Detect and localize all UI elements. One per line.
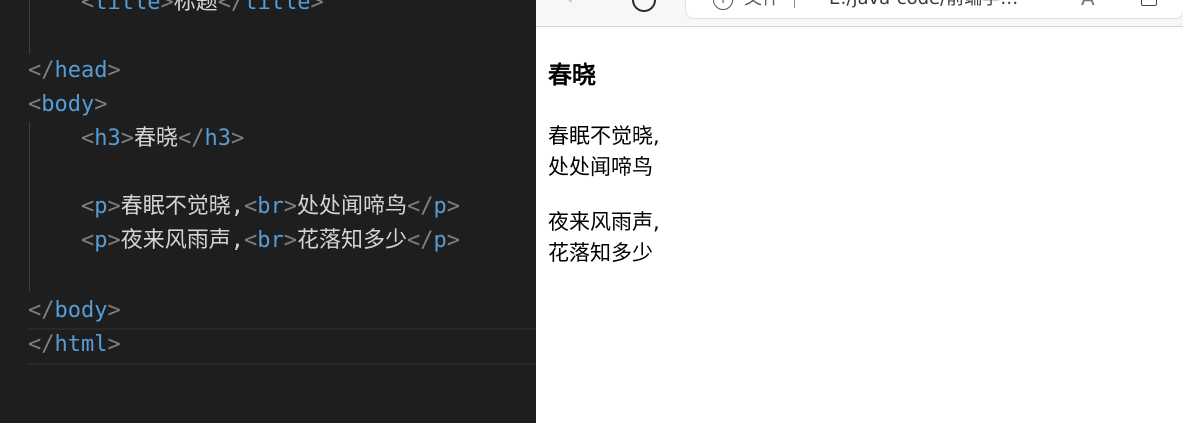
address-separator <box>794 0 795 8</box>
browser-toolbar: ← i 文件 E:/java-code/前端学习/... A <box>536 0 1183 27</box>
code-line-head-close[interactable]: </head> <box>28 54 121 88</box>
code-line-html-close[interactable]: </html> <box>28 328 121 362</box>
paragraph-2: 夜来风雨声, 花落知多少 <box>548 207 660 269</box>
code-line-h3[interactable]: <h3>春晓</h3> <box>28 122 244 156</box>
refresh-icon[interactable] <box>632 0 656 12</box>
screen: <title>标题</title> </head> <body> <h3>春晓<… <box>0 0 1183 423</box>
paragraph-1: 春眠不觉晓, 处处闻啼鸟 <box>548 121 660 183</box>
address-bar[interactable]: i 文件 E:/java-code/前端学习/... A <box>686 0 1183 18</box>
code-line-body-open[interactable]: <body> <box>28 88 107 122</box>
code-line-p2[interactable]: <p>夜来风雨声,<br>花落知多少</p> <box>28 224 460 258</box>
paragraph-1-line-1: 春眠不觉晓, <box>548 124 660 148</box>
page-heading: 春晓 <box>548 61 596 89</box>
paragraph-2-line-1: 夜来风雨声, <box>548 210 660 234</box>
paragraph-2-line-2: 花落知多少 <box>548 241 653 265</box>
code-line-title[interactable]: <title>标题</title> <box>28 0 324 20</box>
add-favorites-icon[interactable] <box>1141 0 1157 6</box>
code-line-p1[interactable]: <p>春眠不觉晓,<br>处处闻啼鸟</p> <box>28 190 460 224</box>
file-protocol-label: 文件 <box>744 0 780 12</box>
info-icon[interactable]: i <box>713 0 733 10</box>
code-line-body-close[interactable]: </body> <box>28 294 121 328</box>
paragraph-1-line-2: 处处闻啼鸟 <box>548 155 653 179</box>
code-editor[interactable]: <title>标题</title> </head> <body> <h3>春晓<… <box>0 0 536 423</box>
back-arrow-icon[interactable]: ← <box>562 0 588 12</box>
read-aloud-icon[interactable]: A <box>1081 0 1095 10</box>
rendered-page: 春晓 春眠不觉晓, 处处闻啼鸟 夜来风雨声, 花落知多少 <box>536 27 1183 423</box>
url-text[interactable]: E:/java-code/前端学习/... <box>829 0 1029 12</box>
browser-window: ← i 文件 E:/java-code/前端学习/... A 春晓 春眠不觉晓,… <box>536 0 1183 423</box>
